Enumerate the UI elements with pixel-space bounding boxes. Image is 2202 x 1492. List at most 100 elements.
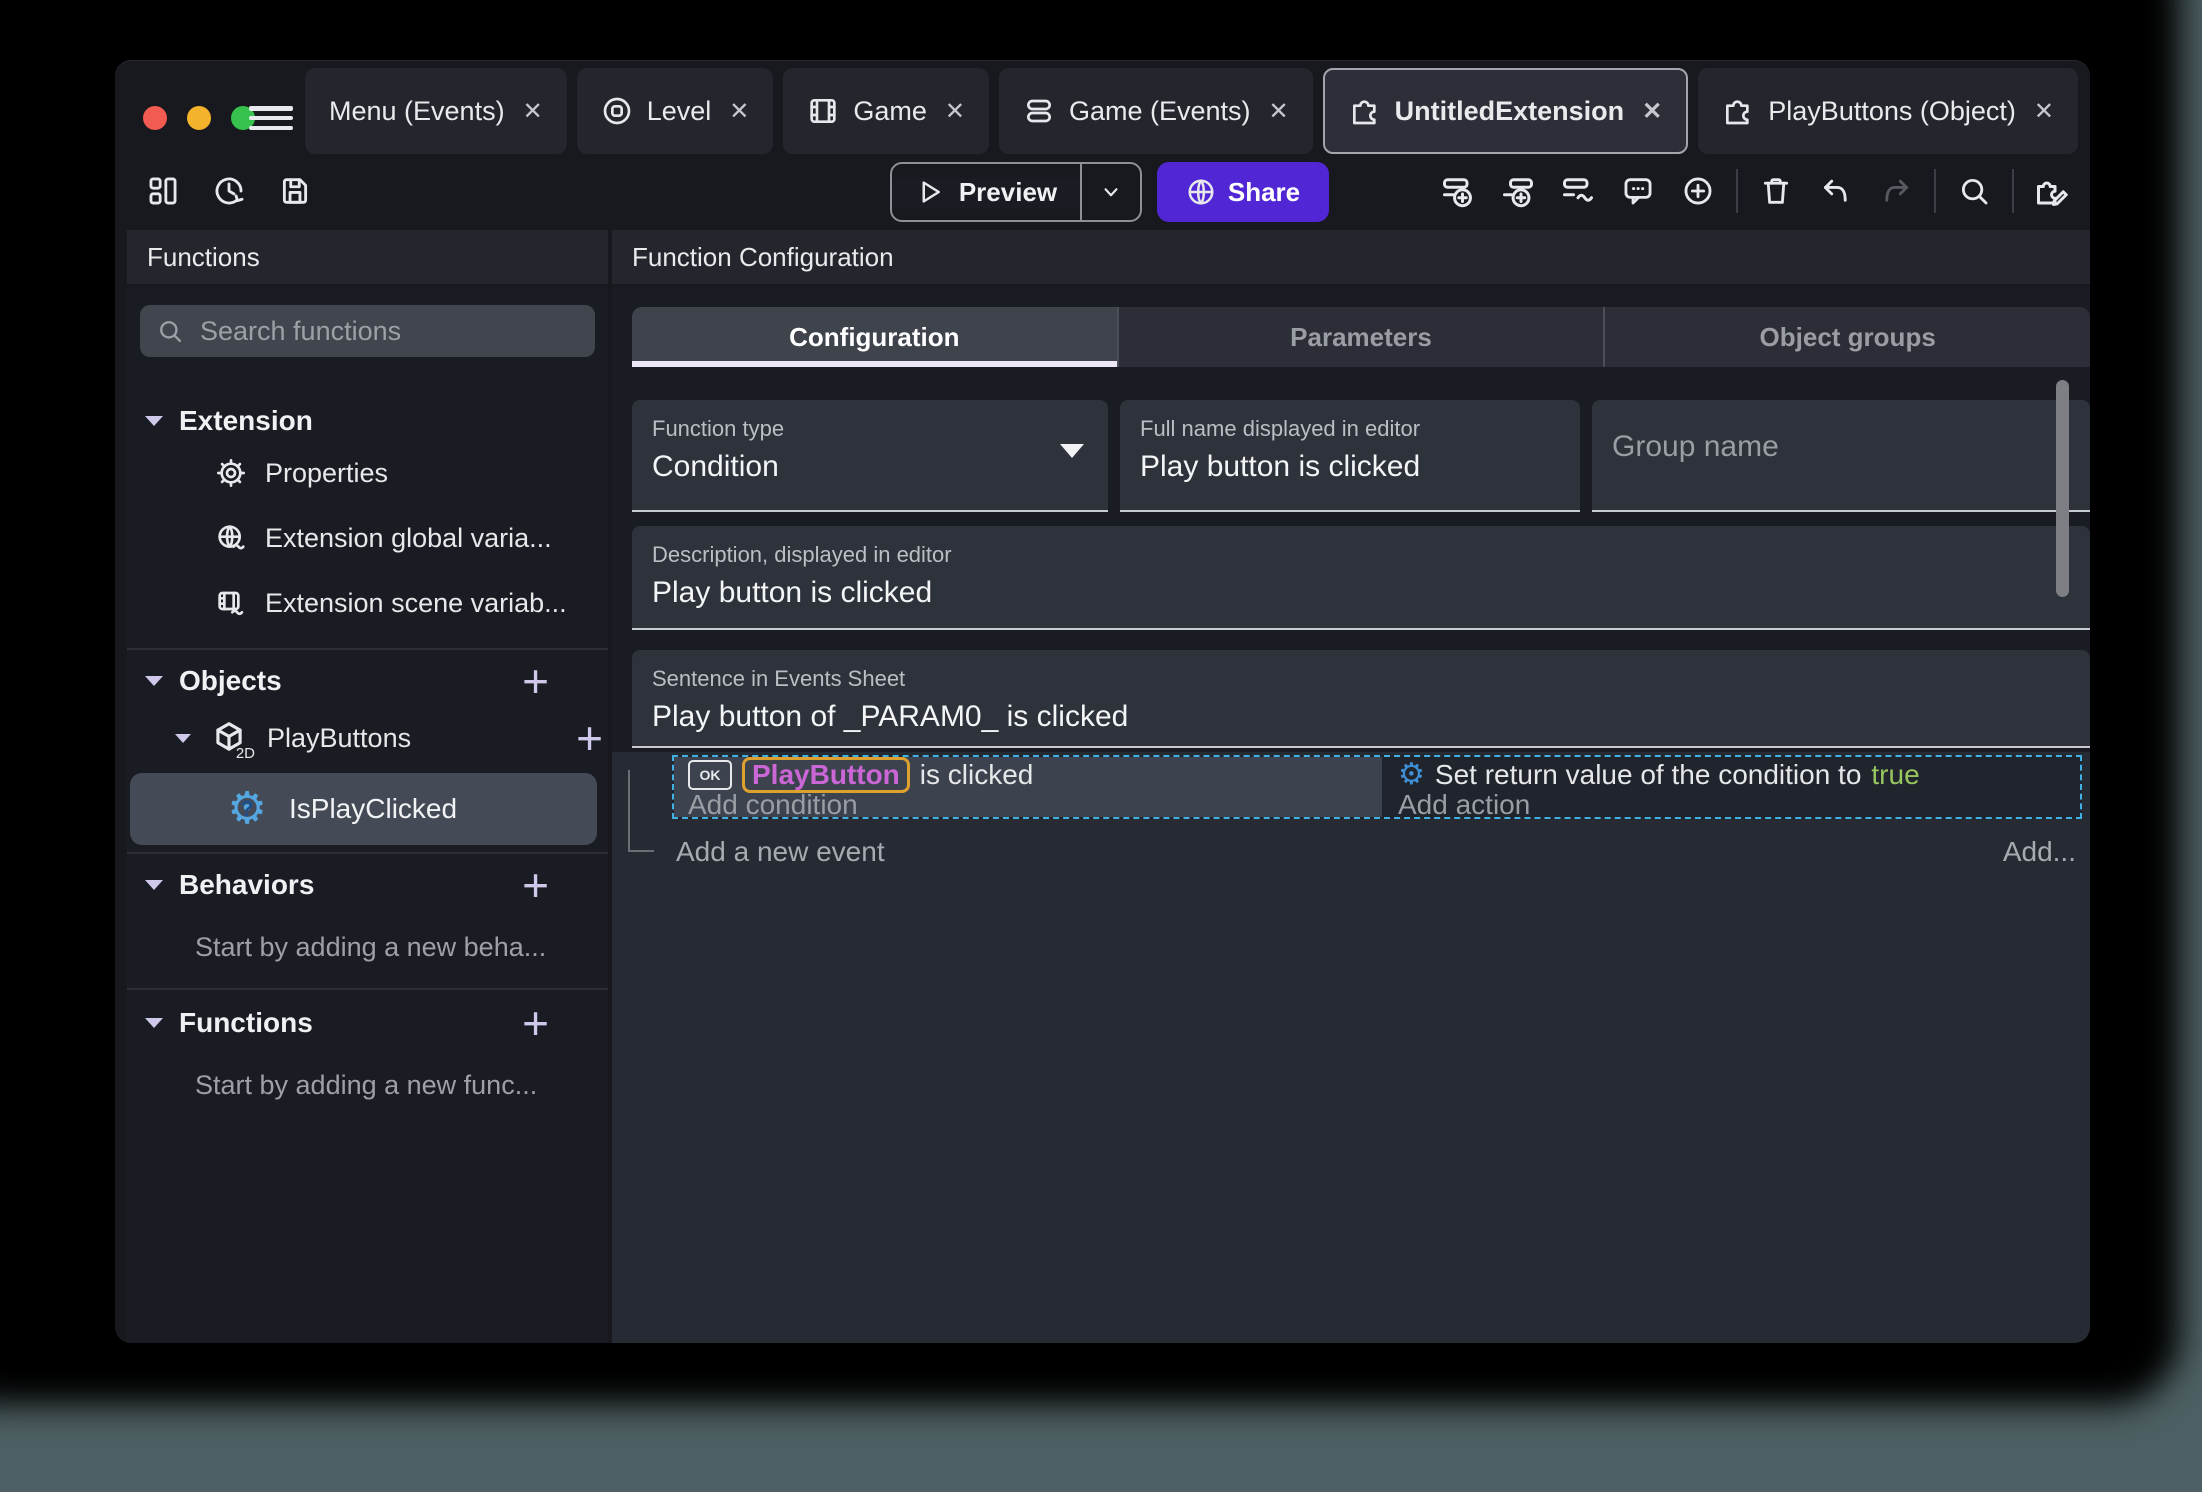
toolbar-right-group bbox=[1436, 169, 2074, 213]
add-condition-link[interactable]: Add condition bbox=[688, 789, 1382, 820]
collapse-triangle-icon[interactable] bbox=[145, 880, 163, 890]
event-actions-cell[interactable]: ⚙ Set return value of the condition to t… bbox=[1382, 757, 2080, 820]
action-text: Set return value of the condition to bbox=[1434, 758, 1862, 790]
add-subevent-icon[interactable] bbox=[1496, 169, 1540, 213]
sidebar-item-isplayclicked[interactable]: ⚙? IsPlayClicked bbox=[130, 773, 597, 845]
close-window-button[interactable] bbox=[143, 106, 167, 130]
tab-object-groups[interactable]: Object groups bbox=[1603, 307, 2090, 367]
event-row[interactable]: OK PlayButton is clicked Add condition ⚙… bbox=[672, 755, 2082, 820]
close-icon[interactable]: ✕ bbox=[1269, 97, 1289, 126]
sidebar-item-playbuttons[interactable]: 2D PlayButtons + bbox=[175, 715, 603, 762]
close-icon[interactable]: ✕ bbox=[945, 97, 965, 126]
sidebar-item-properties[interactable]: Properties bbox=[215, 455, 388, 491]
sidebar-divider bbox=[127, 852, 608, 854]
share-button[interactable]: Share bbox=[1157, 162, 1329, 222]
section-functions[interactable]: Functions + bbox=[145, 1000, 585, 1046]
close-icon[interactable]: ✕ bbox=[523, 97, 543, 126]
menu-icon[interactable] bbox=[249, 106, 293, 130]
preview-button[interactable]: Preview bbox=[892, 176, 1080, 208]
collapse-triangle-icon[interactable] bbox=[145, 416, 163, 426]
sidebar-item-extension-scene-variables[interactable]: Extension scene variab... bbox=[215, 585, 567, 621]
save-icon[interactable] bbox=[273, 169, 317, 213]
object-chip[interactable]: PlayButton bbox=[742, 756, 910, 793]
redo-icon[interactable] bbox=[1874, 169, 1918, 213]
add-function-button[interactable]: + bbox=[522, 1000, 549, 1046]
tab-playbuttons-object[interactable]: PlayButtons (Object) ✕ bbox=[1698, 68, 2078, 154]
share-label: Share bbox=[1227, 176, 1301, 207]
field-label: Sentence in Events Sheet bbox=[652, 666, 906, 691]
undo-icon[interactable] bbox=[1814, 169, 1858, 213]
sentence-field[interactable]: Sentence in Events Sheet bbox=[632, 650, 2090, 748]
description-field[interactable]: Description, displayed in editor bbox=[632, 526, 2090, 630]
tab-label: Configuration bbox=[789, 321, 960, 352]
sidebar-item-extension-global-variables[interactable]: Extension global varia... bbox=[215, 520, 552, 556]
function-type-select[interactable] bbox=[652, 450, 1067, 484]
tab-parameters[interactable]: Parameters bbox=[1116, 307, 1604, 367]
add-event-icon[interactable] bbox=[1436, 169, 1480, 213]
tab-configuration[interactable]: Configuration bbox=[632, 307, 1117, 367]
close-icon[interactable]: ✕ bbox=[2034, 97, 2054, 126]
events-sheet-icon bbox=[1023, 95, 1055, 127]
full-name-input[interactable] bbox=[1140, 450, 1539, 484]
tab-menu-events[interactable]: Menu (Events) ✕ bbox=[305, 68, 567, 154]
add-object-button[interactable]: + bbox=[522, 658, 549, 704]
add-circle-icon[interactable] bbox=[1676, 169, 1720, 213]
vertical-scrollbar[interactable] bbox=[2056, 380, 2069, 597]
add-action-link[interactable]: Add action bbox=[1398, 789, 2080, 820]
add-new-event-link[interactable]: Add a new event bbox=[676, 836, 885, 868]
extension-edit-icon[interactable] bbox=[2030, 169, 2074, 213]
trash-icon[interactable] bbox=[1754, 169, 1798, 213]
description-input[interactable] bbox=[652, 576, 2000, 610]
sidebar-title: Functions bbox=[147, 241, 260, 272]
search-functions-box bbox=[140, 305, 595, 357]
group-name-field[interactable] bbox=[1592, 400, 2090, 512]
traffic-lights bbox=[143, 106, 255, 130]
section-objects[interactable]: Objects + bbox=[145, 658, 585, 704]
preview-dropdown-button[interactable] bbox=[1080, 164, 1140, 220]
event-conditions-cell[interactable]: OK PlayButton is clicked Add condition bbox=[674, 756, 1382, 820]
tab-label: PlayButtons (Object) bbox=[1768, 95, 2016, 126]
sidebar-divider bbox=[127, 648, 608, 650]
toolbar-left-group bbox=[141, 169, 317, 213]
full-name-field[interactable]: Full name displayed in editor bbox=[1120, 400, 1580, 512]
globe-icon bbox=[1186, 177, 1216, 207]
collapse-triangle-icon[interactable] bbox=[145, 676, 163, 686]
history-icon[interactable] bbox=[207, 169, 251, 213]
object-2d-icon: 2D bbox=[209, 718, 255, 762]
preview-label: Preview bbox=[958, 176, 1058, 207]
add-object-function-button[interactable]: + bbox=[576, 715, 603, 761]
tab-game-events[interactable]: Game (Events) ✕ bbox=[998, 68, 1313, 154]
comment-icon[interactable] bbox=[1616, 169, 1660, 213]
group-name-input[interactable] bbox=[1612, 430, 2048, 464]
sentence-input[interactable] bbox=[652, 700, 2000, 734]
sidebar-item-label: Extension global varia... bbox=[265, 522, 552, 553]
section-label: Behaviors bbox=[179, 869, 315, 900]
scene-icon bbox=[601, 95, 633, 127]
search-icon[interactable] bbox=[1952, 169, 1996, 213]
tab-level[interactable]: Level ✕ bbox=[576, 68, 774, 154]
main-header: Function Configuration bbox=[612, 230, 2090, 287]
search-functions-input[interactable] bbox=[198, 314, 579, 348]
function-type-field[interactable]: Function type bbox=[632, 400, 1108, 512]
panels-icon[interactable] bbox=[141, 169, 185, 213]
section-extension[interactable]: Extension bbox=[145, 400, 585, 442]
tab-label: Menu (Events) bbox=[329, 95, 505, 126]
close-icon[interactable]: ✕ bbox=[729, 97, 749, 126]
section-label: Extension bbox=[179, 405, 313, 436]
tab-game[interactable]: Game ✕ bbox=[783, 68, 989, 154]
add-more-link[interactable]: Add... bbox=[2003, 836, 2076, 868]
collapse-triangle-icon[interactable] bbox=[175, 733, 191, 743]
globe-variable-icon bbox=[215, 522, 247, 554]
functions-empty-text: Start by adding a new func... bbox=[195, 1070, 538, 1100]
tab-untitled-extension[interactable]: UntitledExtension ✕ bbox=[1322, 68, 1689, 154]
toolbar-divider bbox=[2012, 169, 2014, 213]
collapse-triangle-icon[interactable] bbox=[145, 1018, 163, 1028]
minimize-window-button[interactable] bbox=[187, 106, 211, 130]
main-title: Function Configuration bbox=[632, 241, 894, 272]
close-icon[interactable]: ✕ bbox=[1642, 97, 1662, 126]
add-behavior-button[interactable]: + bbox=[522, 862, 549, 908]
section-behaviors[interactable]: Behaviors + bbox=[145, 862, 585, 908]
add-external-event-icon[interactable] bbox=[1556, 169, 1600, 213]
dropdown-triangle-icon[interactable] bbox=[1060, 444, 1084, 458]
puzzle-icon bbox=[1349, 95, 1381, 127]
